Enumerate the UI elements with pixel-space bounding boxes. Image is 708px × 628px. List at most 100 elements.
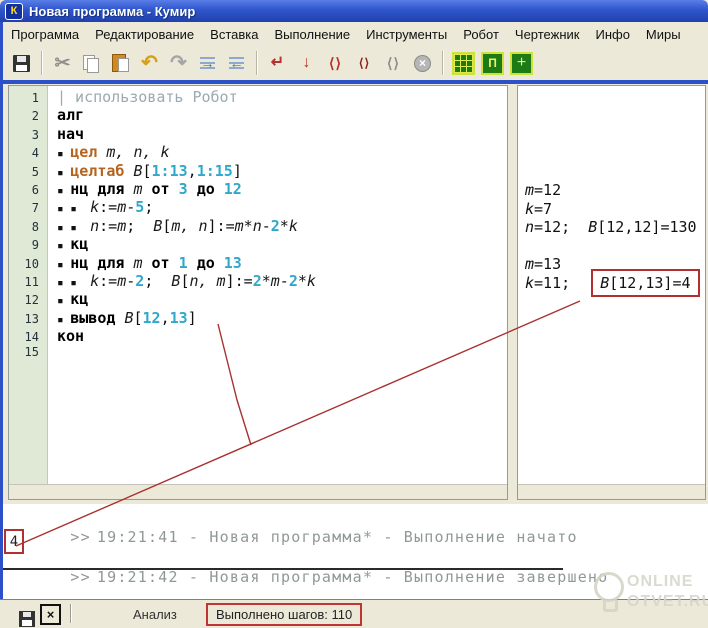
editor-h-scrollbar[interactable]: [9, 484, 507, 499]
code-text: ▪ ▪ n:=m; B[m, n]:=m*n-2*k: [47, 217, 298, 235]
menu-item-чертежник[interactable]: Чертежник: [507, 25, 588, 44]
code-text: ▪ нц для m от 1 до 13: [47, 254, 242, 272]
code-line: 9▪ кц: [9, 235, 507, 253]
menu-item-редактирование[interactable]: Редактирование: [87, 25, 202, 44]
toolbar-divider: [0, 80, 708, 84]
output-line: n=12; B[12,12]=130: [525, 218, 700, 237]
code-text: ▪ ▪ k:=m-2; B[n, m]:=2*m-2*k: [47, 272, 316, 290]
line-number: 8: [9, 220, 47, 234]
output-line: m=12: [525, 181, 700, 200]
copy-icon[interactable]: [78, 50, 105, 77]
window-title: Новая программа - Кумир: [29, 4, 195, 19]
code-text: ▪ вывод B[12,13]: [47, 309, 197, 327]
save-log-icon[interactable]: [13, 605, 40, 628]
code-rows: 1| использовать Робот2алг3нач4▪ цел m, n…: [9, 88, 507, 364]
output-line: k=11; B[12,13]=4: [525, 274, 700, 293]
menu-item-вставка[interactable]: Вставка: [202, 25, 266, 44]
code-line: 1| использовать Робот: [9, 88, 507, 106]
line-number: 15: [9, 345, 47, 359]
toolbar-separator: [256, 51, 258, 75]
log-prompt: >>: [70, 568, 90, 586]
step-into-icon[interactable]: ↵: [264, 50, 291, 77]
title-bar[interactable]: К Новая программа - Кумир: [0, 0, 708, 22]
cut-icon[interactable]: ✂: [49, 50, 76, 77]
menu-item-выполнение[interactable]: Выполнение: [266, 25, 358, 44]
code-line: 10▪ нц для m от 1 до 13: [9, 254, 507, 272]
status-bar: × Анализ Выполнено шагов: 110: [0, 599, 708, 628]
code-line: 2алг: [9, 106, 507, 124]
line-number: 10: [9, 257, 47, 271]
menubar: ПрограммаРедактированиеВставкаВыполнение…: [3, 22, 708, 46]
menu-item-миры[interactable]: Миры: [638, 25, 689, 44]
line-number: 14: [9, 330, 47, 344]
code-line: 4▪ цел m, n, k: [9, 143, 507, 161]
menu-item-робот[interactable]: Робот: [455, 25, 507, 44]
console-log[interactable]: >> 19:21:41 - Новая программа* - Выполнен…: [3, 504, 708, 599]
code-text: алг: [47, 106, 84, 124]
menu-item-инструменты[interactable]: Инструменты: [358, 25, 455, 44]
step-down-icon[interactable]: ↓: [293, 50, 320, 77]
redo-icon[interactable]: ↷: [165, 50, 192, 77]
code-text: ▪ кц: [47, 290, 88, 308]
log-entry: >> 19:21:42 - Новая программа* - Выполнен…: [9, 550, 608, 604]
steps-counter: Выполнено шагов: 110: [206, 603, 362, 626]
io-h-scrollbar[interactable]: [518, 484, 705, 499]
toolbar-separator: [41, 51, 43, 75]
line-number: 1: [9, 91, 47, 105]
line-number: 4: [9, 146, 47, 160]
line-number: 9: [9, 238, 47, 252]
drawer-window-icon[interactable]: +: [508, 50, 535, 77]
code-text: нач: [47, 125, 84, 143]
line-number: 11: [9, 275, 47, 289]
line-number: 12: [9, 293, 47, 307]
robot-window-icon[interactable]: П: [479, 50, 506, 77]
output-line: k=7: [525, 200, 700, 219]
toolbar-separator: [442, 51, 444, 75]
code-text: ▪ кц: [47, 235, 88, 253]
code-line: 3нач: [9, 125, 507, 143]
code-editor[interactable]: 1| использовать Робот2алг3нач4▪ цел m, n…: [8, 85, 508, 500]
code-line: 15: [9, 345, 507, 363]
save-icon[interactable]: [8, 50, 35, 77]
code-text: ▪ цел m, n, k: [47, 143, 170, 161]
code-line: 5▪ целтаб B[1:13,1:15]: [9, 162, 507, 180]
robot-field-icon[interactable]: [450, 50, 477, 77]
code-text: ▪ ▪ k:=m-5;: [47, 198, 153, 216]
code-text: кон: [47, 327, 84, 345]
run-loop-icon[interactable]: ⟨⟩: [322, 50, 349, 77]
log-text: 19:21:41 - Новая программа* - Выполнение…: [97, 528, 578, 546]
code-line: 7▪ ▪ k:=m-5;: [9, 198, 507, 216]
code-text: | использовать Робот: [47, 88, 238, 106]
menu-item-инфо[interactable]: Инфо: [587, 25, 637, 44]
clear-log-icon[interactable]: ×: [40, 604, 61, 625]
line-number: 7: [9, 201, 47, 215]
log-text: 19:21:42 - Новая программа* - Выполнение…: [97, 568, 609, 586]
kumir-window: К Новая программа - Кумир ПрограммаРедак…: [0, 0, 708, 628]
indent-right-icon[interactable]: →: [194, 50, 221, 77]
undo-icon[interactable]: ↶: [136, 50, 163, 77]
stop-icon[interactable]: ×: [409, 50, 436, 77]
toolbar: ✂↶↷→←↵↓⟨⟩⟨⟩⟨⟩×П+: [3, 46, 708, 80]
code-line: 8▪ ▪ n:=m; B[m, n]:=m*n-2*k: [9, 217, 507, 235]
line-number: 2: [9, 109, 47, 123]
code-text: ▪ целтаб B[1:13,1:15]: [47, 162, 242, 180]
program-output: m=12k=7n=12; B[12,12]=130m=13k=11; B[12,…: [525, 181, 700, 292]
code-line: 11▪ ▪ k:=m-2; B[n, m]:=2*m-2*k: [9, 272, 507, 290]
code-line: 13▪ вывод B[12,13]: [9, 309, 507, 327]
paste-icon[interactable]: [107, 50, 134, 77]
trace-icon[interactable]: ⟨⟩: [380, 50, 407, 77]
menu-item-программа[interactable]: Программа: [3, 25, 87, 44]
log-separator-line: [3, 568, 563, 570]
statusbar-separator: [70, 604, 72, 623]
log-prompt: >>: [70, 528, 90, 546]
code-line: 14кон: [9, 327, 507, 345]
line-number: 5: [9, 165, 47, 179]
indent-left-icon[interactable]: ←: [223, 50, 250, 77]
step-loop-icon[interactable]: ⟨⟩: [351, 50, 378, 77]
io-panel[interactable]: m=12k=7n=12; B[12,12]=130m=13k=11; B[12,…: [517, 85, 706, 500]
code-line: 12▪ кц: [9, 290, 507, 308]
app-icon: К: [5, 3, 23, 20]
code-line: 6▪ нц для m от 3 до 12: [9, 180, 507, 198]
line-number: 13: [9, 312, 47, 326]
line-number: 3: [9, 128, 47, 142]
